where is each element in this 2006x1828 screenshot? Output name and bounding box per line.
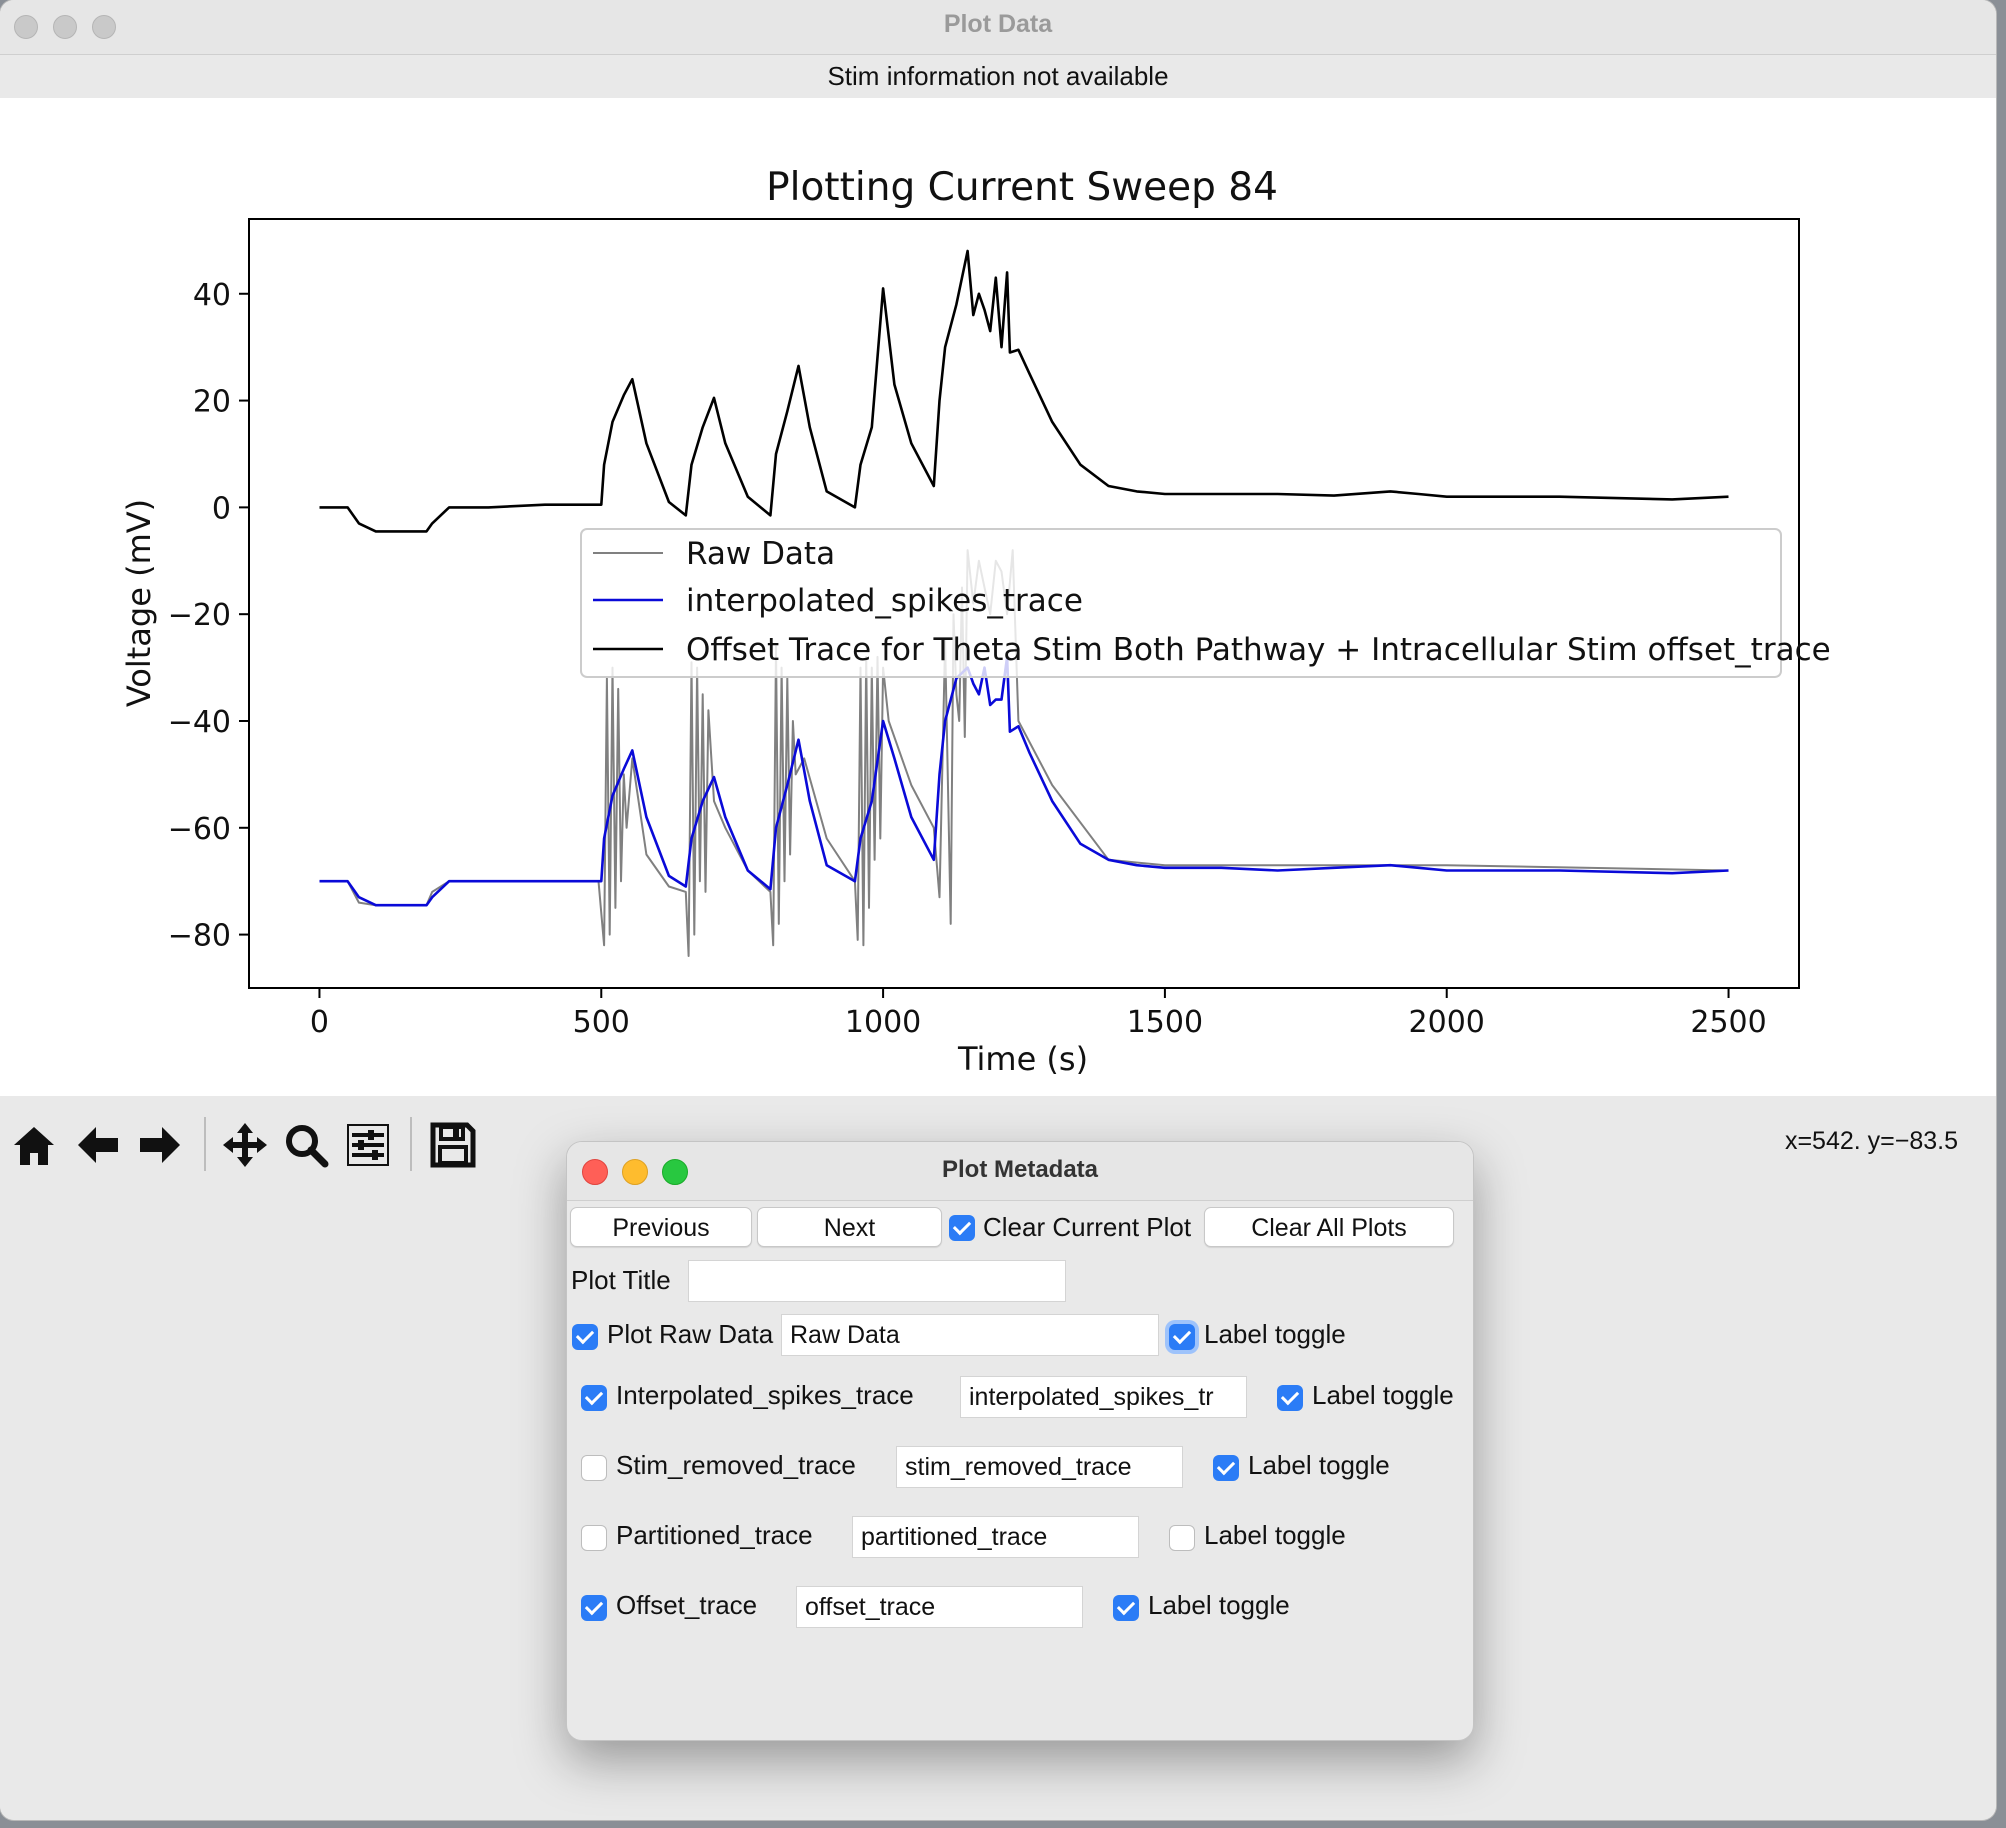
x-tick-label: 0 [310,1005,329,1040]
y-tick-label: 20 [193,385,231,420]
x-tick-label: 500 [573,1005,630,1040]
y-axis-label: Voltage (mV) [120,499,158,707]
legend-label-interpolated: interpolated_spikes_trace [686,583,1083,619]
stim-removed-trace-label: Stim_removed_trace [616,1450,856,1480]
x-tick-label: 2500 [1690,1005,1766,1040]
clear-current-plot-label: Clear Current Plot [983,1212,1192,1242]
forward-arrow-icon [140,1127,180,1163]
raw-data-label-input[interactable]: Raw Data [781,1314,1159,1356]
x-axis-label: Time (s) [957,1040,1088,1078]
offset-trace-label-toggle-label: Label toggle [1148,1590,1290,1620]
y-tick-label: −80 [168,919,231,954]
interpolated-spikes-trace-input[interactable]: interpolated_spikes_tr [960,1376,1247,1418]
x-tick-label: 1000 [845,1005,921,1040]
plot-raw-data-label: Plot Raw Data [607,1319,774,1349]
raw-data-label-toggle-checkbox[interactable] [1169,1324,1195,1350]
partitioned-trace-checkbox[interactable] [581,1525,607,1551]
toolbar-separator [204,1117,206,1171]
back-arrow-icon [78,1127,118,1163]
home-button[interactable] [6,1117,62,1173]
clear-all-plots-button[interactable]: Clear All Plots [1204,1207,1454,1247]
home-icon [14,1127,54,1165]
zoom-button[interactable] [278,1117,334,1173]
offset-trace-input[interactable]: offset_trace [796,1586,1083,1628]
y-tick-label: −40 [168,705,231,740]
configure-subplots-button[interactable] [340,1117,396,1173]
next-button[interactable]: Next [757,1207,942,1247]
stim-removed-trace-input[interactable]: stim_removed_trace [896,1446,1183,1488]
cursor-coordinates: x=542. y=−83.5 [1784,1127,1958,1155]
partitioned-trace-label-toggle-label: Label toggle [1204,1520,1346,1550]
series-line-2 [319,655,1729,907]
legend-label-offset: Offset Trace for Theta Stim Both Pathway… [686,632,1831,668]
partitioned-trace-label: Partitioned_trace [616,1520,813,1550]
pan-icon [223,1123,267,1167]
forward-button[interactable] [132,1117,188,1173]
interpolated-spikes-trace-checkbox[interactable] [581,1385,607,1411]
raw-data-label-toggle-label: Label toggle [1204,1319,1346,1349]
interpolated-spikes-trace-label-toggle-checkbox[interactable] [1277,1385,1303,1411]
chart-title: Plotting Current Sweep 84 [766,165,1278,210]
plot-raw-data-checkbox[interactable] [572,1324,598,1350]
back-button[interactable] [70,1117,126,1173]
interpolated-spikes-trace-label-toggle-label: Label toggle [1312,1380,1454,1410]
partitioned-trace-input[interactable]: partitioned_trace [852,1516,1139,1558]
stim-removed-trace-checkbox[interactable] [581,1455,607,1481]
stim-removed-trace-label-toggle-label: Label toggle [1248,1450,1390,1480]
x-tick-label: 1500 [1127,1005,1203,1040]
save-icon [430,1122,476,1168]
dialog-titlebar: Plot Metadata [567,1142,1473,1201]
previous-button[interactable]: Previous [570,1207,752,1247]
legend-label-raw: Raw Data [686,536,835,572]
dialog-title: Plot Metadata [941,1156,1099,1183]
zoom-icon [286,1125,329,1168]
offset-trace-checkbox[interactable] [581,1595,607,1621]
offset-trace-label-toggle-checkbox[interactable] [1113,1595,1139,1621]
chart-svg: Plotting Current Sweep 84 0 500 1000 1500 20… [120,165,1831,1078]
window-title: Plot Data [943,10,1053,38]
toolbar-separator [410,1117,412,1171]
figure-canvas[interactable]: Plotting Current Sweep 84 0 500 1000 1500 20… [0,98,1996,1096]
plot-title-label: Plot Title [571,1265,671,1295]
interpolated-spikes-trace-label: Interpolated_spikes_trace [616,1380,914,1410]
x-tick-label: 2000 [1409,1005,1485,1040]
plot-metadata-dialog: Plot Metadata Previous Next Clear Curren… [566,1141,1474,1741]
y-tick-label: 40 [193,278,231,313]
window-titlebar: Plot Data [0,0,1996,55]
y-tick-label: −20 [168,598,231,633]
stim-info-label: Stim information not available [827,61,1169,91]
configure-subplots-icon [347,1124,389,1166]
partitioned-trace-label-toggle-checkbox[interactable] [1169,1525,1195,1551]
y-tick-label: −60 [168,812,231,847]
pan-button[interactable] [217,1117,273,1173]
clear-current-plot-checkbox[interactable] [949,1215,975,1241]
plot-title-input[interactable] [688,1260,1066,1302]
y-tick-label: 0 [212,491,231,526]
series-line-3 [319,249,1729,533]
save-figure-button[interactable] [425,1117,481,1173]
legend: Raw Data interpolated_spikes_trace Offse… [580,528,1831,678]
offset-trace-label: Offset_trace [616,1590,758,1620]
stim-removed-trace-label-toggle-checkbox[interactable] [1213,1455,1239,1481]
